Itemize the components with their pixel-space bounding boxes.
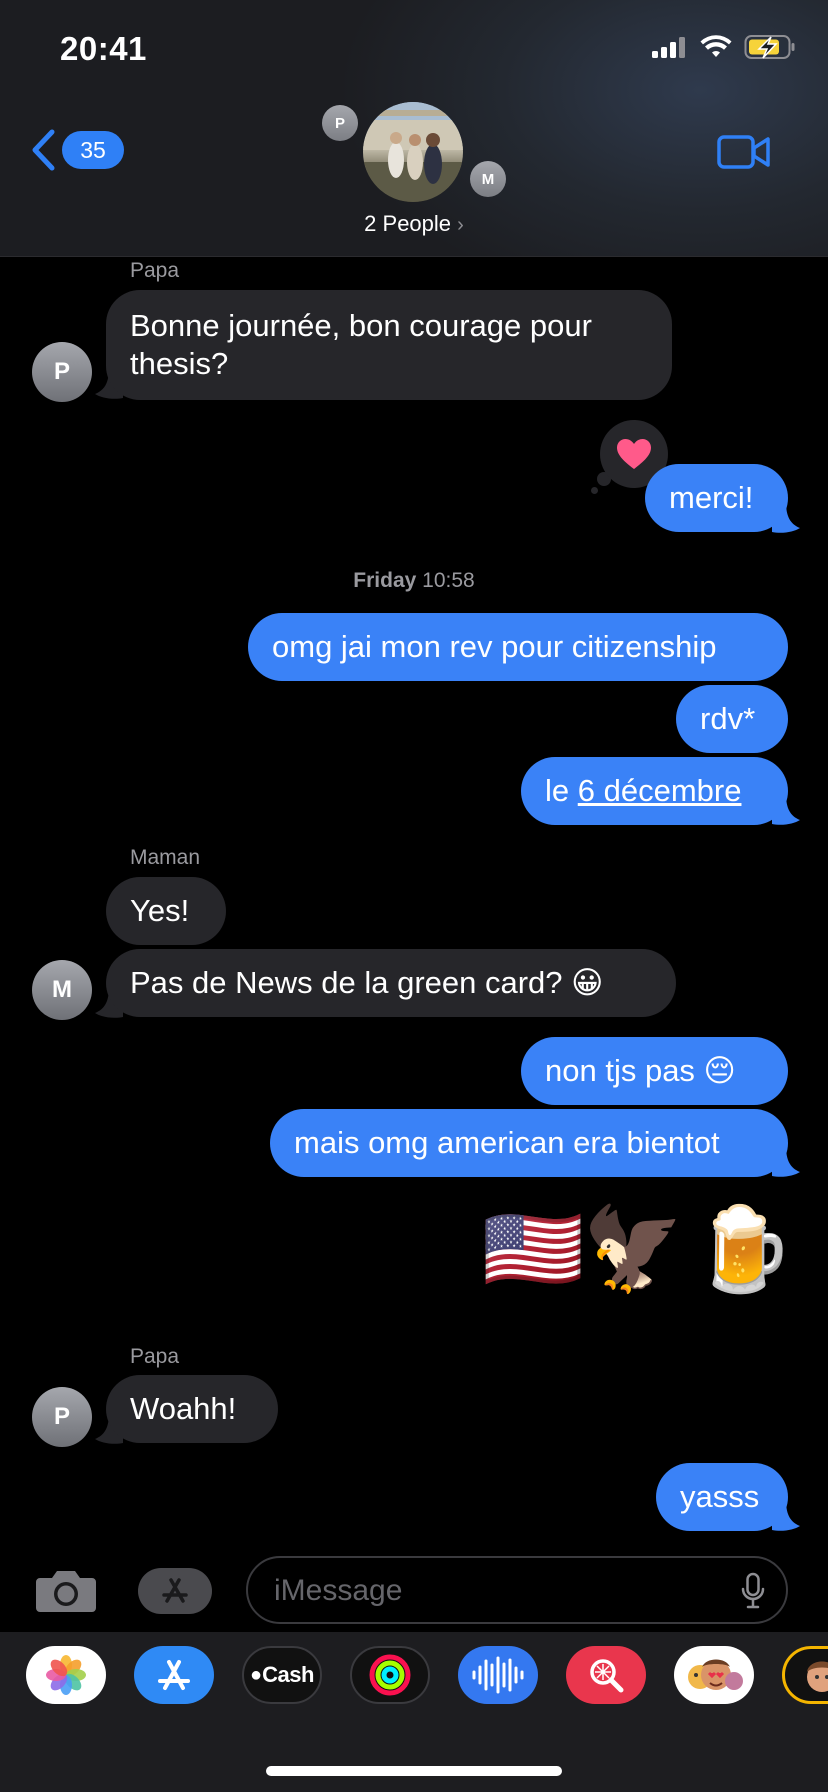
participant-avatar-p[interactable]: P xyxy=(322,105,358,141)
battery-charging-icon xyxy=(744,35,795,59)
cellular-signal-icon xyxy=(652,37,685,58)
message-bubble-outgoing[interactable]: rdv* xyxy=(676,685,788,753)
message-bubble-outgoing[interactable]: non tjs pas 😔 xyxy=(521,1037,788,1105)
group-photo-image xyxy=(363,102,463,202)
photos-app-button[interactable] xyxy=(26,1646,106,1704)
activity-icon xyxy=(369,1654,411,1696)
microphone-icon xyxy=(741,1572,765,1609)
group-details-link[interactable]: 2 People › xyxy=(0,211,828,237)
apps-button[interactable] xyxy=(138,1568,212,1614)
date-link[interactable]: 6 décembre xyxy=(578,773,742,808)
message-bubble-incoming[interactable]: Yes! xyxy=(106,877,226,945)
sender-name: Papa xyxy=(130,1345,180,1368)
dictation-button[interactable] xyxy=(740,1572,766,1615)
message-bubble-incoming[interactable]: Bonne journée, bon courage pour thesis? xyxy=(106,290,672,400)
group-photo[interactable] xyxy=(363,102,463,202)
sender-avatar[interactable]: P xyxy=(32,342,92,402)
heart-icon xyxy=(617,439,651,469)
message-bubble-incoming[interactable]: Woahh! xyxy=(106,1375,278,1443)
participant-avatar-m[interactable]: M xyxy=(470,161,506,197)
home-indicator[interactable] xyxy=(266,1766,562,1776)
apple-logo-icon: ● xyxy=(250,1663,263,1686)
activity-app-button[interactable] xyxy=(350,1646,430,1704)
unread-count-badge: 35 xyxy=(62,131,124,169)
audio-message-app-button[interactable] xyxy=(458,1646,538,1704)
apple-cash-label: Cash xyxy=(262,1662,314,1687)
memoji-stickers-icon xyxy=(688,1659,743,1690)
message-timestamp: Friday 10:58 xyxy=(0,569,828,593)
message-text: le xyxy=(545,773,578,808)
facetime-video-button[interactable] xyxy=(716,132,772,177)
audio-message-icon xyxy=(472,1656,524,1694)
beer-emoji: 🍺 xyxy=(692,1204,795,1295)
message-bubble-outgoing[interactable]: omg jai mon rev pour citizenship xyxy=(248,613,788,681)
sender-avatar[interactable]: M xyxy=(32,960,92,1020)
eagle-emoji: 🦅 xyxy=(582,1204,685,1295)
photos-icon xyxy=(46,1655,86,1695)
message-bubble-outgoing[interactable]: le 6 décembre xyxy=(521,757,788,825)
sender-name: Papa xyxy=(130,259,180,282)
camera-icon xyxy=(36,1571,96,1612)
status-time: 20:41 xyxy=(60,30,147,67)
wifi-icon xyxy=(700,35,732,57)
video-camera-icon xyxy=(717,135,770,169)
app-store-app-button[interactable] xyxy=(134,1646,214,1704)
message-bubble-outgoing[interactable]: mais omg american era bientot xyxy=(270,1109,788,1177)
memoji-app-button[interactable] xyxy=(782,1646,828,1704)
chevron-left-icon xyxy=(32,129,55,171)
group-label-text: 2 People xyxy=(364,211,452,236)
timestamp-day: Friday xyxy=(353,569,417,592)
chevron-right-icon: › xyxy=(457,214,464,236)
message-input[interactable] xyxy=(272,1558,696,1624)
back-button[interactable]: 35 xyxy=(30,128,124,172)
image-search-icon xyxy=(590,1659,624,1693)
sender-name: Maman xyxy=(130,846,201,869)
timestamp-time: 10:58 xyxy=(422,569,475,592)
memoji-icon xyxy=(807,1661,828,1692)
message-bubble-outgoing[interactable]: merci! xyxy=(645,464,788,532)
apple-cash-app-button[interactable]: ● Cash xyxy=(242,1646,322,1704)
message-bubble-incoming[interactable]: Pas de News de la green card? 😀 xyxy=(106,949,676,1017)
app-store-icon xyxy=(158,1660,190,1690)
sender-avatar[interactable]: P xyxy=(32,1387,92,1447)
tapback-dot xyxy=(591,487,598,494)
flag-us-emoji: 🇺🇸 xyxy=(482,1204,585,1295)
image-search-app-button[interactable] xyxy=(566,1646,646,1704)
message-bubble-outgoing[interactable]: yasss xyxy=(656,1463,788,1531)
app-store-icon xyxy=(162,1578,188,1603)
conversation-header: 20:41 35 P M 2 People › xyxy=(0,0,828,257)
memoji-stickers-app-button[interactable] xyxy=(674,1646,754,1704)
camera-button[interactable] xyxy=(34,1566,98,1619)
status-icons xyxy=(652,34,796,60)
message-input-field[interactable] xyxy=(246,1556,788,1624)
